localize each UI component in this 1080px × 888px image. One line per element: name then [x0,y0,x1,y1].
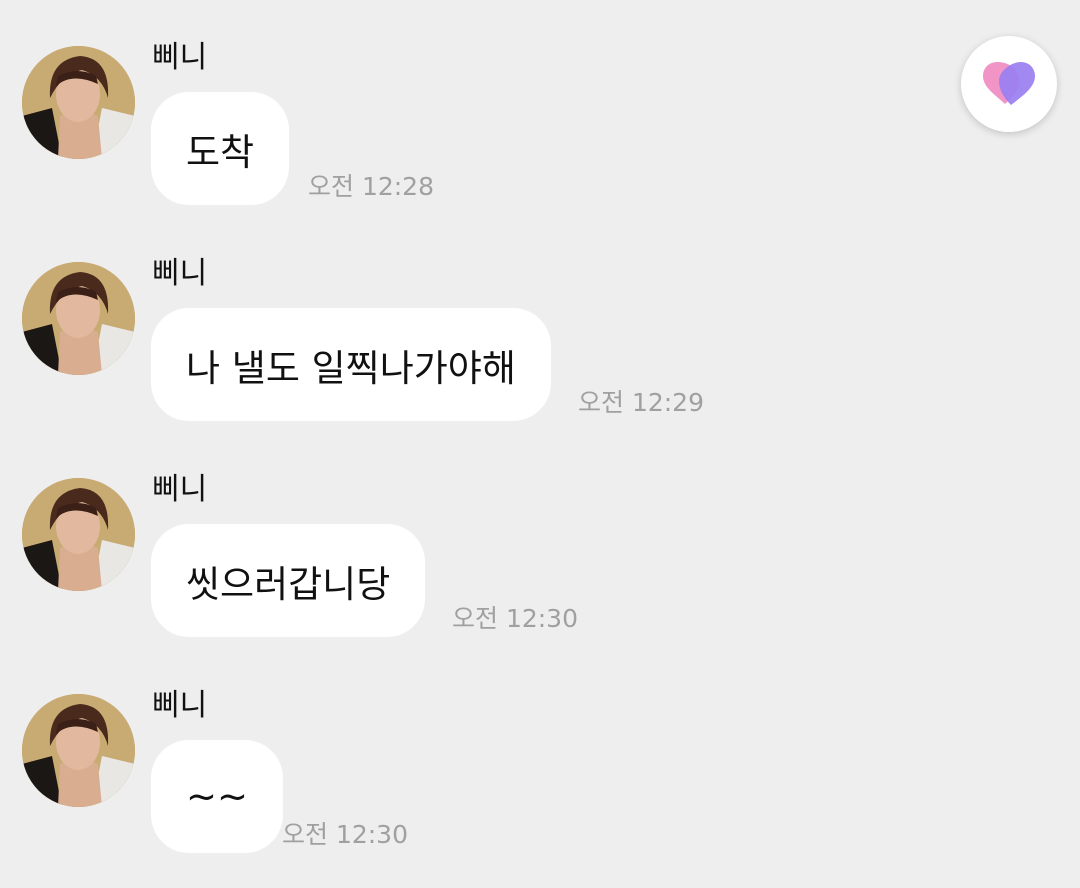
chat-area[interactable]: 삐니 도착 오전 12:28 삐니 나 낼도 일찍나가야해 오전 12:29 삐… [0,0,1080,888]
message-timestamp: 오전 12:28 [308,172,434,201]
sender-name: 삐니 [152,40,208,75]
avatar[interactable] [22,694,135,807]
avatar[interactable] [22,478,135,591]
message-bubble[interactable]: 도착 [151,92,290,205]
message-timestamp: 오전 12:30 [282,820,408,849]
message-row: 삐니 도착 오전 12:28 [0,0,900,205]
message-row: 삐니 씻으러갑니당 오전 12:30 [0,432,900,637]
message-bubble[interactable]: 씻으러갑니당 [151,524,426,637]
message-bubble[interactable]: 나 낼도 일찍나가야해 [151,308,551,421]
message-bubble[interactable]: ~~ [151,740,284,853]
heart-icon [983,62,1035,105]
message-row: 삐니 ~~ 오전 12:30 [0,648,900,853]
sender-name: 삐니 [152,688,208,723]
heart-button[interactable] [961,36,1057,132]
message-timestamp: 오전 12:29 [578,388,704,417]
sender-name: 삐니 [152,256,208,291]
avatar[interactable] [22,46,135,159]
message-row: 삐니 나 낼도 일찍나가야해 오전 12:29 [0,216,900,421]
message-timestamp: 오전 12:30 [452,604,578,633]
avatar[interactable] [22,262,135,375]
sender-name: 삐니 [152,472,208,507]
